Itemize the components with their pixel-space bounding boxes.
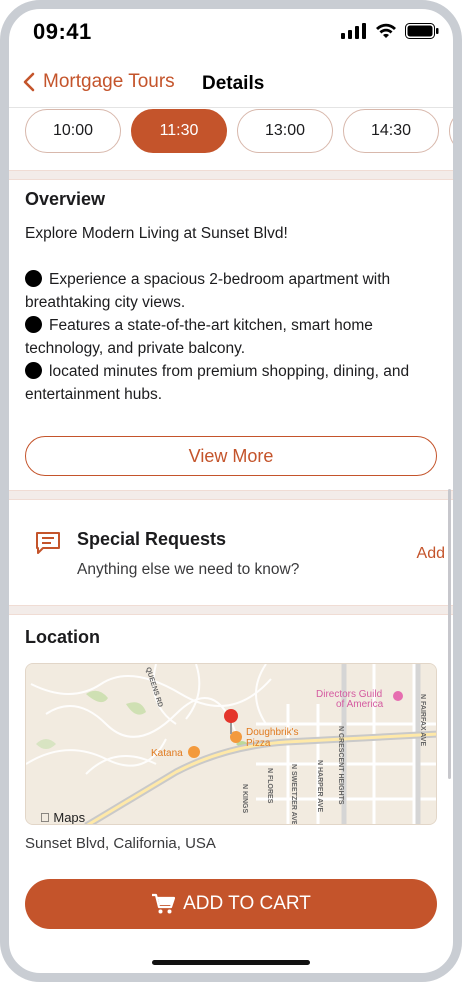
section-separator [9,170,453,180]
chevron-left-icon [23,72,35,92]
svg-text:N SWEETZER AVE: N SWEETZER AVE [290,764,297,825]
time-slot-option[interactable]: 14:30 [343,109,439,153]
cart-icon [152,893,176,914]
location-section: Location Doughbrik's Pizza Katana Direct… [25,627,453,852]
overview-bullet-item: located minutes from premium shopping, d… [25,360,453,406]
svg-text:N FLORES: N FLORES [266,768,273,804]
bullet-text: Features a state-of-the-art kitchen, sma… [25,317,373,357]
location-address: Sunset Blvd, California, USA [25,835,216,852]
overview-section: Overview Explore Modern Living at Sunset… [25,189,453,476]
overview-bullet-item: Experience a spacious 2-bedroom apartmen… [25,268,453,314]
bullet-icon [25,316,42,333]
bullet-text: Experience a spacious 2-bedroom apartmen… [25,271,391,311]
special-requests-title: Special Requests [77,529,227,549]
svg-text:Katana: Katana [151,748,183,759]
bullet-icon [25,270,42,287]
time-slot-option[interactable]: 13:00 [237,109,333,153]
time-slot-option-partial[interactable] [449,109,453,153]
bullet-icon [25,362,42,379]
svg-text:N CRESCENT HEIGHTS: N CRESCENT HEIGHTS [337,726,344,805]
special-requests-row[interactable]: Special Requests Anything else we need t… [25,509,453,599]
special-requests-subtitle: Anything else we need to know? [77,561,300,578]
svg-text:Doughbrik's: Doughbrik's [246,727,299,738]
time-slot-option-selected[interactable]: 11:30 [131,109,227,153]
home-indicator [152,960,310,965]
add-to-cart-label: ADD TO CART [183,893,311,914]
back-label: Mortgage Tours [43,71,175,92]
back-button[interactable]: Mortgage Tours [23,71,175,93]
svg-text:Pizza: Pizza [246,738,271,749]
section-separator [9,605,453,615]
add-to-cart-button[interactable]: ADD TO CART [25,879,437,929]
svg-text: Maps:  Maps [40,810,86,825]
phone-frame: 09:41 Mortgage Tours Details 10:00 11:30… [0,0,462,982]
status-bar: 09:41 [9,9,453,65]
wifi-icon [376,23,396,38]
overview-bullet-item: Features a state-of-the-art kitchen, sma… [25,314,453,360]
message-icon [36,532,60,554]
battery-icon [405,23,439,39]
svg-text:of America: of America [336,699,384,710]
svg-text:N KINGS: N KINGS [241,784,248,814]
map-graphic: Doughbrik's Pizza Katana Directors Guild… [26,664,436,825]
add-request-button[interactable]: Add [417,545,445,563]
map-view[interactable]: Doughbrik's Pizza Katana Directors Guild… [25,663,437,825]
location-heading: Location [25,627,100,647]
time-slot-list: 10:00 11:30 13:00 14:30 [25,105,453,155]
section-separator [9,490,453,500]
svg-text:N HARPER AVE: N HARPER AVE [316,760,323,812]
overview-intro: Explore Modern Living at Sunset Blvd! [25,225,288,242]
status-time: 09:41 [33,19,92,44]
signal-icon [341,23,366,39]
bullet-text: located minutes from premium shopping, d… [25,363,410,403]
time-slot-option[interactable]: 10:00 [25,109,121,153]
overview-heading: Overview [25,189,106,209]
page-title: Details [202,73,265,94]
scrollbar[interactable] [448,489,451,779]
svg-text:N FAIRFAX AVE: N FAIRFAX AVE [419,694,426,746]
view-more-button[interactable]: View More [25,436,437,476]
